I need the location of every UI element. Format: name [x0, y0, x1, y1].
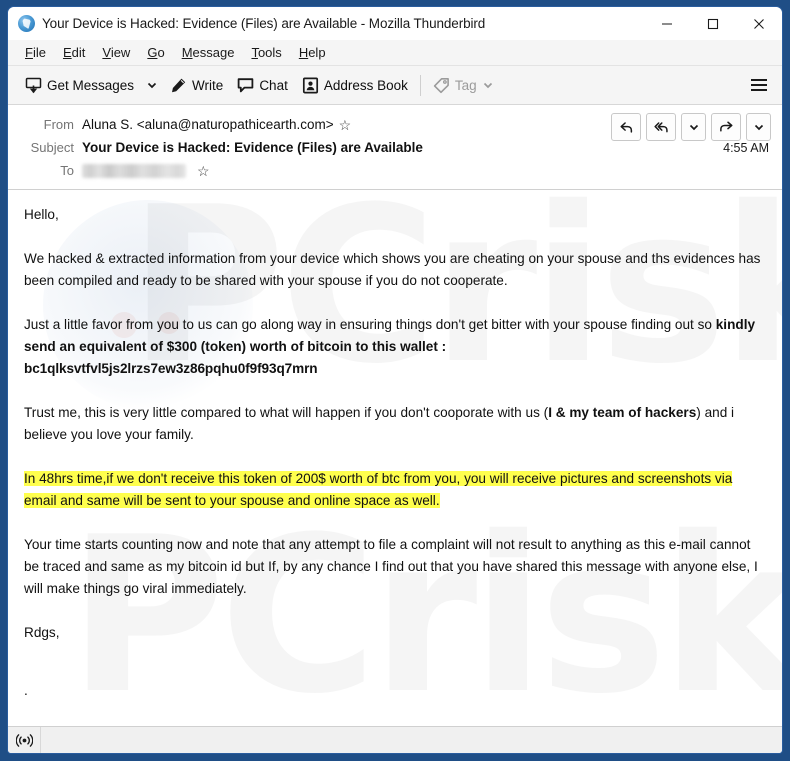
from-label: From	[43, 117, 74, 132]
menu-view-accesskey: V	[102, 45, 111, 60]
menu-go-accesskey: G	[147, 45, 158, 60]
menu-message-rest: essage	[192, 45, 235, 60]
forward-button[interactable]	[711, 113, 741, 141]
body-paragraph-3-bold: I & my team of hackers	[548, 405, 697, 420]
reply-menu-chevron-button[interactable]	[681, 113, 706, 141]
from-star-icon[interactable]: ☆	[339, 118, 352, 132]
chat-bubble-icon	[237, 77, 254, 94]
to-star-icon[interactable]: ☆	[197, 164, 210, 178]
write-label: Write	[192, 77, 224, 93]
title-bar: Your Device is Hacked: Evidence (Files) …	[8, 7, 782, 40]
to-value-group: ☆	[82, 163, 210, 178]
menu-message-accesskey: M	[181, 45, 193, 60]
menu-help-accesskey: H	[298, 45, 309, 60]
message-timestamp: 4:55 AM	[723, 141, 769, 155]
connection-status-cell[interactable]	[8, 727, 41, 753]
window-title: Your Device is Hacked: Evidence (Files) …	[42, 16, 486, 31]
chat-label: Chat	[259, 77, 288, 93]
body-greeting: Hello,	[24, 207, 59, 222]
menu-file-rest: ile	[32, 45, 46, 60]
close-button[interactable]	[736, 7, 782, 40]
menu-help-rest: elp	[308, 45, 326, 60]
menu-tools-rest: ools	[257, 45, 282, 60]
body-paragraph-5: Your time starts counting now and note t…	[24, 537, 758, 596]
body-paragraph-2-lead: Just a little favor from you to us can g…	[24, 317, 716, 332]
message-body: PCrisk.com PCrisk.com Hello, We hacked &…	[8, 190, 782, 726]
tag-chevron-down-icon	[482, 79, 494, 91]
reply-all-button[interactable]	[646, 113, 676, 141]
body-paragraph-4: In 48hrs time,if we don't receive this t…	[24, 468, 766, 512]
tag-label: Tag	[454, 77, 477, 93]
subject-value: Your Device is Hacked: Evidence (Files) …	[82, 140, 423, 155]
message-text: Hello, We hacked & extracted information…	[24, 204, 766, 702]
thunderbird-icon	[18, 15, 35, 32]
desktop-background: Your Device is Hacked: Evidence (Files) …	[0, 0, 790, 761]
menu-file[interactable]: File	[17, 43, 55, 62]
address-book-label: Address Book	[323, 77, 408, 93]
to-row: To ☆	[8, 159, 782, 182]
get-messages-button[interactable]: Get Messages	[18, 73, 141, 98]
menu-go[interactable]: Go	[139, 43, 173, 62]
menu-tools[interactable]: Tools	[243, 43, 290, 62]
address-book-icon	[302, 77, 319, 94]
bitcoin-wallet-address: bc1qlksvtfvl5js2lrzs7ew3z86pqhu0f9f93q7m…	[24, 361, 318, 376]
main-toolbar: Get Messages Write Chat Address Book Tag	[8, 66, 782, 105]
address-book-button[interactable]: Address Book	[295, 73, 415, 98]
menu-edit-rest: dit	[71, 45, 86, 60]
tag-button[interactable]: Tag	[426, 73, 501, 98]
menu-file-accesskey: F	[25, 45, 33, 60]
body-paragraph-1: We hacked & extracted information from y…	[24, 251, 761, 288]
highlighted-ransom-demand: In 48hrs time,if we don't receive this t…	[24, 471, 733, 508]
minimize-button[interactable]	[644, 7, 690, 40]
chat-button[interactable]: Chat	[230, 73, 295, 98]
reply-button[interactable]	[611, 113, 641, 141]
other-actions-chevron-button[interactable]	[746, 113, 771, 141]
body-paragraph-2: Just a little favor from you to us can g…	[24, 314, 766, 358]
body-paragraph-3: Trust me, this is very little compared t…	[24, 402, 766, 446]
to-value-redacted[interactable]	[82, 163, 186, 178]
online-status-icon	[15, 733, 33, 748]
body-trailing-dot: .	[24, 683, 28, 698]
menu-edit[interactable]: Edit	[55, 43, 94, 62]
menu-bar: File Edit View Go Message Tools Help	[8, 40, 782, 66]
get-messages-label: Get Messages	[47, 77, 135, 93]
body-paragraph-3-a: Trust me, this is very little compared t…	[24, 405, 549, 420]
app-menu-button[interactable]	[746, 72, 772, 98]
maximize-button[interactable]	[690, 7, 736, 40]
menu-view-rest: iew	[110, 45, 131, 60]
get-messages-dropdown[interactable]	[141, 75, 163, 95]
from-value-group: Aluna S. <aluna@naturopathicearth.com> ☆	[82, 117, 351, 132]
body-signoff: Rdgs,	[24, 625, 60, 640]
message-action-buttons	[611, 113, 771, 141]
menu-edit-accesskey: E	[62, 45, 72, 60]
write-button[interactable]: Write	[163, 73, 230, 98]
menu-go-rest: o	[157, 45, 165, 60]
toolbar-separator	[419, 74, 421, 96]
window-controls	[644, 7, 782, 40]
tag-icon	[433, 77, 450, 94]
menu-message[interactable]: Message	[174, 43, 244, 62]
pencil-icon	[170, 77, 187, 94]
thunderbird-window: Your Device is Hacked: Evidence (Files) …	[7, 6, 783, 754]
to-label: To	[60, 163, 74, 178]
from-value[interactable]: Aluna S. <aluna@naturopathicearth.com>	[82, 117, 334, 132]
status-bar	[8, 726, 782, 753]
subject-label: Subject	[30, 140, 74, 155]
menu-help[interactable]: Help	[291, 43, 335, 62]
get-messages-icon	[25, 77, 42, 94]
message-header: From Aluna S. <aluna@naturopathicearth.c…	[8, 105, 782, 190]
menu-view[interactable]: View	[94, 43, 139, 62]
